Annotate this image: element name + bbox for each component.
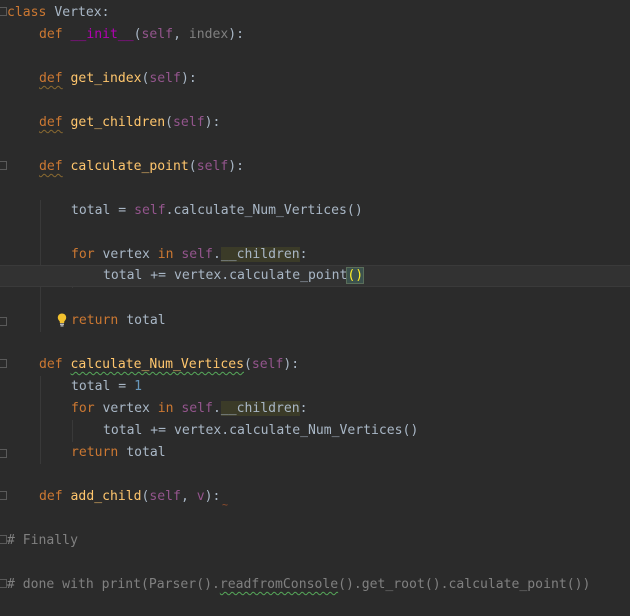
code-text: total =: [71, 203, 135, 218]
code-text: .calculate_Num_Vertices(): [165, 203, 363, 218]
keyword: in: [157, 401, 174, 416]
self-keyword: self: [149, 71, 181, 86]
function-name: calculate_point: [70, 159, 189, 174]
code-text: total =: [71, 379, 135, 394]
code-text: vertex: [94, 247, 158, 262]
code-line[interactable]: total += vertex.calculate_Num_Vertices(): [0, 420, 630, 442]
punctuation: ):: [204, 489, 221, 504]
parameter: index: [188, 27, 229, 42]
keyword: return: [71, 445, 119, 460]
punctuation: ):: [228, 159, 245, 174]
code-line[interactable]: for vertex in self.__children:: [0, 398, 630, 420]
self-keyword: self: [149, 489, 181, 504]
code-line[interactable]: def add_child(self, v):: [0, 486, 630, 508]
matched-parentheses: (): [346, 267, 365, 284]
keyword: def: [39, 159, 63, 174]
function-name: get_children: [70, 115, 166, 130]
code-line[interactable]: total = self.calculate_Num_Vertices(): [0, 200, 630, 222]
punctuation: ):: [180, 71, 197, 86]
number-literal: 1: [134, 379, 142, 394]
keyword: def: [39, 71, 63, 86]
self-keyword: self: [173, 247, 213, 262]
code-line[interactable]: def calculate_point(self):: [0, 156, 630, 178]
code-text: total += vertex.calculate_Num_Vertices(): [103, 423, 419, 438]
function-name: get_index: [70, 71, 142, 86]
keyword: def: [39, 115, 63, 130]
punctuation: :: [101, 5, 110, 20]
code-line[interactable]: def __init__(self, index):: [0, 24, 630, 46]
self-keyword: self: [173, 115, 205, 130]
keyword: def: [39, 357, 63, 372]
function-name: __init__: [70, 27, 134, 42]
self-keyword: self: [141, 27, 174, 42]
keyword: in: [157, 247, 174, 262]
code-line[interactable]: # done with print(Parser().readfromConso…: [0, 574, 630, 596]
punctuation: ,: [180, 489, 197, 504]
code-line[interactable]: return total: [0, 310, 630, 332]
error-marker: ~: [222, 500, 229, 511]
comment: # done with print(Parser().: [7, 577, 220, 592]
class-name: Vertex: [54, 5, 102, 20]
comment-typo: readfromConsole: [219, 577, 339, 592]
punctuation: ):: [228, 27, 245, 42]
function-name: calculate_Num_Vertices: [70, 357, 244, 372]
punctuation: ):: [204, 115, 221, 130]
function-name: add_child: [70, 489, 142, 504]
parameter: v: [196, 489, 205, 504]
self-keyword: self: [173, 401, 213, 416]
attribute-usage: __children: [220, 247, 300, 262]
code-line[interactable]: return total: [0, 442, 630, 464]
keyword: for: [71, 247, 95, 262]
code-line[interactable]: def get_children(self):: [0, 112, 630, 134]
code-text: total += vertex.calculate_point: [103, 268, 348, 283]
code-text: total: [118, 313, 166, 328]
self-keyword: self: [251, 357, 284, 372]
punctuation: (: [133, 27, 142, 42]
code-line[interactable]: # Finally: [0, 530, 630, 552]
code-line[interactable]: total = 1: [0, 376, 630, 398]
code-text: total: [118, 445, 166, 460]
punctuation: .: [212, 401, 221, 416]
code-line[interactable]: class Vertex:: [0, 2, 630, 24]
punctuation: :: [299, 401, 308, 416]
code-editor[interactable]: class Vertex: def __init__(self, index):…: [0, 0, 630, 616]
punctuation: .: [212, 247, 221, 262]
comment: # Finally: [7, 533, 78, 548]
code-line[interactable]: def calculate_Num_Vertices(self):: [0, 354, 630, 376]
keyword: def: [39, 27, 63, 42]
code-line[interactable]: def get_index(self):: [0, 68, 630, 90]
punctuation: (: [165, 115, 174, 130]
keyword: for: [71, 401, 95, 416]
punctuation: ):: [283, 357, 300, 372]
self-keyword: self: [196, 159, 229, 174]
punctuation: (: [188, 159, 197, 174]
keyword: def: [39, 489, 63, 504]
code-line[interactable]: for vertex in self.__children:: [0, 244, 630, 266]
attribute-usage: __children: [220, 401, 300, 416]
current-code-line[interactable]: total += vertex.calculate_point(): [0, 265, 630, 326]
comment: ().get_root().calculate_point()): [338, 577, 591, 592]
punctuation: (: [243, 357, 252, 372]
punctuation: ,: [173, 27, 189, 42]
punctuation: :: [299, 247, 308, 262]
self-keyword: self: [134, 203, 166, 218]
keyword: return: [71, 313, 119, 328]
code-text: vertex: [94, 401, 158, 416]
keyword: class: [7, 5, 47, 20]
